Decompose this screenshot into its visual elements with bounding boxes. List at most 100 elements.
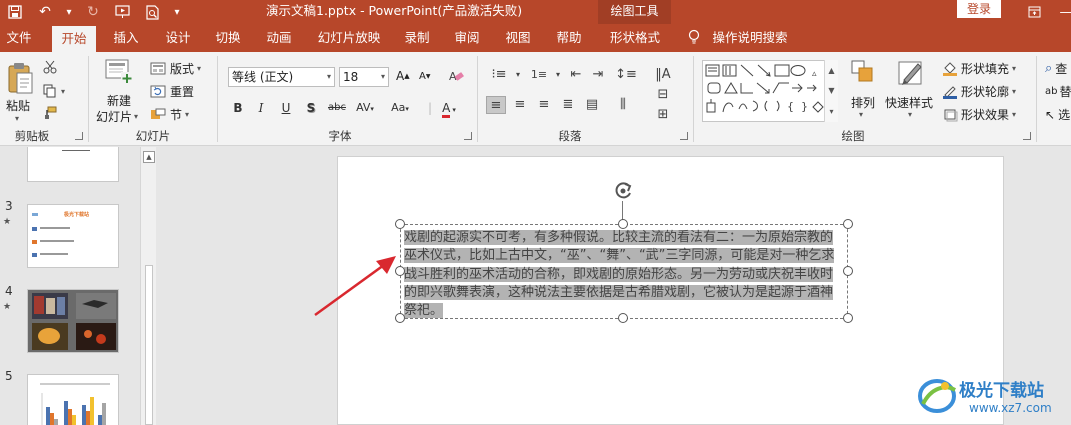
increase-font-size-icon[interactable]: A ▲ xyxy=(396,69,410,83)
shapes-scroll-arrows[interactable]: ▲ ▼ ▾ xyxy=(824,60,838,122)
slide-thumbnail-5[interactable] xyxy=(27,374,119,425)
quick-styles-button[interactable]: 快速样式 xyxy=(885,94,933,111)
resize-handle-top-left[interactable] xyxy=(395,219,405,229)
login-button[interactable]: 登录 xyxy=(957,0,1001,18)
tab-home[interactable]: 开始 xyxy=(52,26,96,52)
new-slide-button[interactable]: 幻灯片 ▾ xyxy=(96,108,138,125)
tab-help[interactable]: 帮助 xyxy=(549,24,589,52)
shape-outline-button[interactable]: 形状轮廓 ▾ xyxy=(942,83,1016,100)
scroll-up-icon[interactable]: ▲ xyxy=(143,151,155,163)
paragraph-launcher-icon[interactable] xyxy=(680,132,688,140)
decrease-indent-icon[interactable]: ⇤ xyxy=(566,66,586,84)
tab-design[interactable]: 设计 xyxy=(158,24,198,52)
cut-icon[interactable] xyxy=(43,60,57,74)
justify-icon[interactable]: ≣ xyxy=(558,96,578,114)
align-text-icon[interactable]: ⊟ xyxy=(650,86,676,104)
font-color-button[interactable]: A ▾ xyxy=(436,98,462,118)
undo-icon[interactable]: ↶ xyxy=(30,0,60,24)
slide-number-5: 5 xyxy=(5,369,13,383)
quick-styles-dropdown-icon[interactable]: ▾ xyxy=(908,110,912,119)
print-preview-icon[interactable] xyxy=(138,0,168,24)
slide-thumbnail-4[interactable] xyxy=(27,289,119,353)
new-slide-icon[interactable] xyxy=(104,58,134,86)
tab-insert[interactable]: 插入 xyxy=(106,24,146,52)
paste-icon[interactable] xyxy=(6,58,34,98)
selected-text[interactable]: 戏剧的起源实不可考，有多种假说。比较主流的看法有二：一为原始宗教的巫术仪式，比如… xyxy=(404,230,835,319)
line-spacing-icon[interactable]: ↕≡ xyxy=(613,66,639,84)
thumbnail-scrollbar[interactable]: ▲ xyxy=(140,147,156,425)
ribbon-display-options-icon[interactable] xyxy=(1021,0,1047,24)
undo-dropdown-icon[interactable]: ▾ xyxy=(60,0,78,24)
save-icon[interactable] xyxy=(0,0,30,24)
shape-effects-button[interactable]: 形状效果 ▾ xyxy=(942,106,1016,123)
text-box-content[interactable]: 戏剧的起源实不可考，有多种假说。比较主流的看法有二：一为原始宗教的巫术仪式，比如… xyxy=(404,229,840,320)
change-case-button[interactable]: Aa▾ xyxy=(387,98,413,118)
scrollbar-thumb[interactable] xyxy=(145,265,153,425)
quick-styles-icon[interactable] xyxy=(896,58,926,88)
clipboard-launcher-icon[interactable] xyxy=(75,132,83,140)
resize-handle-top-center[interactable] xyxy=(618,219,628,229)
text-shadow-button[interactable]: S xyxy=(302,98,320,118)
customize-toolbar-icon[interactable]: ▾ xyxy=(168,0,186,24)
tab-animations[interactable]: 动画 xyxy=(259,24,299,52)
smartart-icon[interactable]: ⊞ xyxy=(650,106,676,124)
bullets-dropdown-icon[interactable]: ▾ xyxy=(512,66,524,84)
slide-thumbnail-3[interactable]: 极光下载站 xyxy=(27,204,119,268)
strikethrough-button[interactable]: abc xyxy=(326,98,348,118)
tab-file[interactable]: 文件 xyxy=(0,24,38,52)
font-launcher-icon[interactable] xyxy=(464,132,472,140)
tab-transitions[interactable]: 切换 xyxy=(208,24,248,52)
redo-icon[interactable]: ↻ xyxy=(78,0,108,24)
tab-record[interactable]: 录制 xyxy=(397,24,437,52)
arrange-dropdown-icon[interactable]: ▾ xyxy=(859,110,863,119)
select-button[interactable]: ↖ 选 xyxy=(1045,106,1070,123)
resize-handle-middle-right[interactable] xyxy=(843,266,853,276)
resize-handle-top-right[interactable] xyxy=(843,219,853,229)
tab-review[interactable]: 审阅 xyxy=(447,24,487,52)
section-button[interactable]: 节 ▾ xyxy=(150,106,189,123)
shapes-gallery[interactable]: { } ▵ xyxy=(702,60,838,122)
bold-button[interactable]: B xyxy=(229,98,247,118)
bullets-icon[interactable]: ⁝≡ xyxy=(486,66,512,84)
increase-indent-icon[interactable]: ⇥ xyxy=(588,66,608,84)
minimize-icon[interactable]: — xyxy=(1053,0,1071,24)
slide-thumbnail-2[interactable] xyxy=(27,147,119,182)
paste-button[interactable]: 粘贴 xyxy=(6,97,30,114)
italic-button[interactable]: I xyxy=(252,98,270,118)
columns-icon[interactable]: ⫼ xyxy=(613,96,633,114)
shape-fill-button[interactable]: 形状填充 ▾ xyxy=(942,60,1016,77)
resize-handle-bottom-center[interactable] xyxy=(618,313,628,323)
replace-button[interactable]: ab 替 xyxy=(1045,83,1071,100)
copy-icon[interactable]: ▾ xyxy=(43,84,65,98)
align-center-icon[interactable]: ≡ xyxy=(510,96,530,114)
new-slide-label-1[interactable]: 新建 xyxy=(107,92,131,109)
align-left-icon[interactable]: ≡ xyxy=(486,96,506,114)
slideshow-start-icon[interactable] xyxy=(108,0,138,24)
paste-dropdown-icon[interactable]: ▾ xyxy=(15,114,19,123)
arrange-button[interactable]: 排列 xyxy=(851,94,875,111)
numbering-dropdown-icon[interactable]: ▾ xyxy=(552,66,564,84)
format-painter-icon[interactable] xyxy=(43,106,57,120)
tab-shape-format[interactable]: 形状格式 xyxy=(603,24,667,52)
text-direction-icon[interactable]: ‖A xyxy=(650,66,676,84)
tab-slideshow[interactable]: 幻灯片放映 xyxy=(313,24,385,52)
underline-button[interactable]: U xyxy=(277,98,295,118)
tell-me-search[interactable]: 操作说明搜索 xyxy=(710,24,790,52)
distributed-icon[interactable]: ▤ xyxy=(582,96,602,114)
clear-formatting-icon[interactable]: A xyxy=(448,68,464,84)
reset-button[interactable]: 重置 xyxy=(150,83,194,100)
drawing-launcher-icon[interactable] xyxy=(1023,132,1031,140)
font-name-combo[interactable]: 等线 (正文) ▾ xyxy=(228,67,335,87)
decrease-font-size-icon[interactable]: A ▼ xyxy=(419,71,430,82)
document-title: 演示文稿1.pptx - PowerPoint(产品激活失败) xyxy=(266,3,523,18)
character-spacing-button[interactable]: AV▾ xyxy=(352,98,378,118)
rotate-handle-icon[interactable] xyxy=(612,180,634,202)
align-right-icon[interactable]: ≡ xyxy=(534,96,554,114)
layout-button[interactable]: 版式 ▾ xyxy=(150,60,201,77)
find-button[interactable]: ⌕ 查 xyxy=(1045,60,1067,77)
arrange-icon[interactable] xyxy=(850,58,876,88)
font-size-combo[interactable]: 18 ▾ xyxy=(339,67,389,87)
resize-handle-bottom-right[interactable] xyxy=(843,313,853,323)
tab-view[interactable]: 视图 xyxy=(498,24,538,52)
numbering-icon[interactable]: 1≡ xyxy=(526,66,552,84)
